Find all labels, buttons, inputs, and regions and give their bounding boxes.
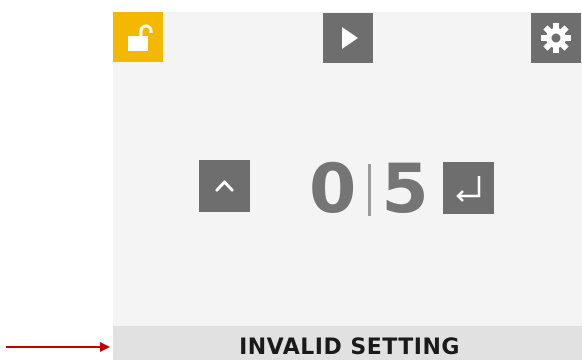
enter-return-icon: [456, 176, 481, 202]
play-button[interactable]: [323, 13, 373, 63]
increment-button[interactable]: [199, 160, 250, 212]
chevron-up-icon: [215, 180, 234, 192]
gear-icon: [541, 23, 571, 53]
status-bar: INVALID SETTING: [113, 326, 582, 360]
value-display: 0 5: [309, 150, 429, 230]
settings-button[interactable]: [531, 13, 581, 63]
status-message: INVALID SETTING: [239, 334, 460, 360]
digit-separator: [368, 164, 372, 216]
device-view: 0 5 INVALID SETTING: [0, 0, 582, 360]
digit-right: 5: [381, 150, 429, 229]
play-icon: [342, 27, 358, 49]
device-screen: 0 5: [113, 12, 582, 360]
pointer-arrow-icon: [6, 342, 110, 352]
unlock-icon: [128, 24, 153, 51]
enter-button[interactable]: [443, 162, 494, 214]
digit-left: 0: [309, 150, 357, 229]
unlock-button[interactable]: [113, 12, 163, 62]
